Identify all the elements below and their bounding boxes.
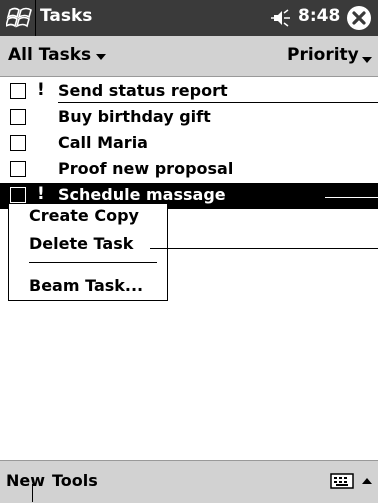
category-filter-dropdown[interactable]: All Tasks	[8, 45, 91, 65]
callout-line	[35, 0, 36, 36]
app-title: Tasks	[40, 6, 93, 26]
menu-bar: New Tools	[0, 460, 378, 503]
filter-bar: All Tasks Priority	[0, 36, 378, 77]
task-label[interactable]: Buy birthday gift	[58, 107, 211, 126]
callout-line	[32, 484, 33, 502]
menu-new[interactable]: New	[6, 471, 45, 490]
task-row[interactable]: Call Maria	[0, 131, 378, 157]
task-checkbox[interactable]	[10, 187, 26, 203]
task-checkbox[interactable]	[10, 161, 26, 177]
task-label[interactable]: Send status report	[58, 81, 228, 100]
context-menu: Create Copy Delete Task Beam Task...	[8, 203, 168, 301]
priority-icon: !	[37, 80, 45, 100]
callout-line	[58, 102, 378, 103]
menu-item-create-copy[interactable]: Create Copy	[29, 206, 139, 225]
menu-item-delete-task[interactable]: Delete Task	[29, 234, 133, 253]
callout-line	[150, 248, 378, 249]
task-checkbox[interactable]	[10, 83, 26, 99]
windows-flag-icon[interactable]	[6, 4, 34, 32]
task-row[interactable]: Buy birthday gift	[0, 105, 378, 131]
menu-divider	[29, 262, 157, 263]
title-bar: Tasks 8:48	[0, 0, 378, 36]
task-label[interactable]: Call Maria	[58, 133, 148, 152]
priority-icon: !	[37, 184, 45, 204]
menu-item-beam-task[interactable]: Beam Task...	[29, 276, 143, 295]
task-label[interactable]: Schedule massage	[58, 185, 226, 204]
close-icon[interactable]	[344, 3, 374, 33]
task-row[interactable]: Proof new proposal	[0, 157, 378, 183]
sort-dropdown[interactable]: Priority	[287, 45, 359, 65]
task-label[interactable]: Proof new proposal	[58, 159, 233, 178]
clock[interactable]: 8:48	[298, 6, 340, 26]
task-checkbox[interactable]	[10, 109, 26, 125]
chevron-down-icon[interactable]	[96, 54, 106, 60]
chevron-down-icon[interactable]	[362, 57, 372, 63]
task-checkbox[interactable]	[10, 135, 26, 151]
callout-line	[325, 197, 378, 198]
up-arrow-icon[interactable]	[360, 470, 374, 492]
speaker-icon[interactable]	[270, 8, 292, 28]
menu-tools[interactable]: Tools	[52, 471, 98, 490]
keyboard-icon[interactable]	[330, 470, 354, 492]
